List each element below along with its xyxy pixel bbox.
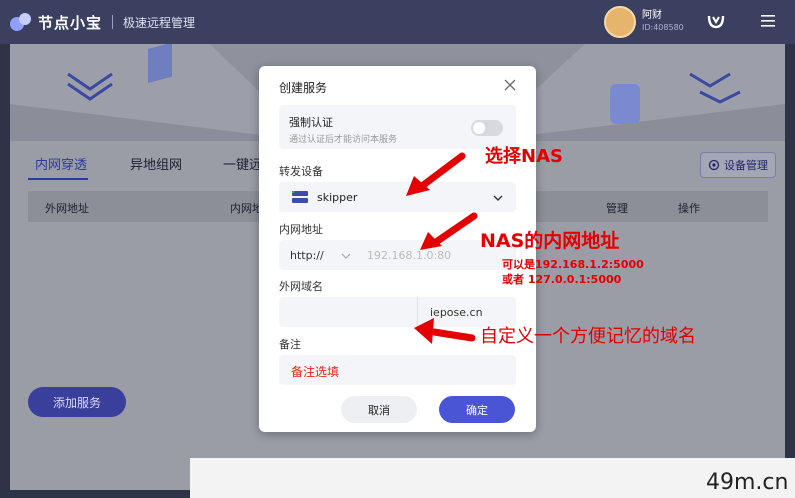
brand-icon[interactable] bbox=[705, 10, 727, 32]
app-header: 节点小宝 极速远程管理 阿财 ID:408580 bbox=[0, 0, 795, 44]
watermark: 49m.cn bbox=[706, 470, 789, 495]
tab-one-click[interactable]: 一键远 bbox=[223, 154, 262, 173]
annotation-custom-domain: 自定义一个方便记忆的域名 bbox=[480, 326, 696, 347]
arrow-custom-domain bbox=[414, 318, 476, 344]
col-actions: 操作 bbox=[678, 202, 700, 215]
app-subtitle: 极速远程管理 bbox=[123, 15, 196, 30]
user-name: 阿财 bbox=[642, 10, 662, 21]
forward-device-label: 转发设备 bbox=[279, 165, 323, 178]
forward-device-select[interactable]: skipper bbox=[279, 182, 516, 212]
tab-active-indicator bbox=[28, 178, 88, 180]
note-label: 备注 bbox=[279, 338, 301, 351]
close-icon[interactable] bbox=[503, 78, 517, 92]
watermark-bar bbox=[190, 458, 795, 498]
cancel-button[interactable]: 取消 bbox=[341, 396, 417, 423]
annotation-nas-lan-example1: 可以是192.168.1.2:5000 bbox=[502, 258, 644, 271]
arrow-nas-lan bbox=[420, 212, 478, 250]
chevron-down-icon bbox=[493, 195, 503, 201]
app-name: 节点小宝 bbox=[38, 13, 103, 32]
force-auth-title: 强制认证 bbox=[289, 116, 333, 129]
confirm-button[interactable]: 确定 bbox=[439, 396, 515, 423]
toggle-knob bbox=[473, 122, 485, 134]
device-manage-label: 设备管理 bbox=[724, 159, 768, 172]
chevron-down-icon[interactable] bbox=[341, 252, 351, 260]
protocol-select[interactable]: http:// bbox=[290, 249, 324, 262]
wan-domain-label: 外网域名 bbox=[279, 280, 323, 293]
user-profile[interactable]: 阿财 ID:408580 bbox=[604, 6, 684, 38]
header-divider bbox=[112, 15, 114, 29]
force-auth-card: 强制认证 通过认证后才能访问本服务 bbox=[279, 105, 516, 149]
col-wan-address: 外网地址 bbox=[45, 202, 89, 215]
tab-remote-network[interactable]: 异地组网 bbox=[130, 154, 182, 173]
server-icon bbox=[292, 191, 308, 203]
annotation-nas-lan: NAS的内网地址 bbox=[480, 230, 620, 252]
annotation-nas-lan-example2: 或者 127.0.0.1:5000 bbox=[502, 273, 622, 286]
tab-intranet[interactable]: 内网穿透 bbox=[35, 154, 87, 173]
add-service-button[interactable]: 添加服务 bbox=[28, 387, 126, 417]
device-manage-button[interactable]: 设备管理 bbox=[700, 152, 776, 178]
logo-icon bbox=[10, 11, 34, 33]
lan-address-label: 内网地址 bbox=[279, 223, 323, 236]
user-id: ID:408580 bbox=[642, 23, 684, 32]
app-logo: 节点小宝 bbox=[10, 11, 102, 33]
force-auth-desc: 通过认证后才能访问本服务 bbox=[289, 135, 398, 145]
forward-device-value: skipper bbox=[317, 191, 358, 204]
arrow-select-nas bbox=[406, 152, 466, 196]
menu-icon[interactable] bbox=[757, 10, 779, 32]
annotation-select-nas: 选择NAS bbox=[485, 146, 563, 167]
note-field[interactable]: 备注选填 bbox=[279, 355, 516, 385]
force-auth-toggle[interactable] bbox=[471, 120, 503, 136]
dialog-title: 创建服务 bbox=[279, 81, 328, 95]
avatar[interactable] bbox=[604, 6, 636, 38]
col-manage: 管理 bbox=[606, 202, 628, 215]
settings-icon bbox=[708, 159, 720, 171]
note-input[interactable]: 备注选填 bbox=[291, 363, 339, 380]
